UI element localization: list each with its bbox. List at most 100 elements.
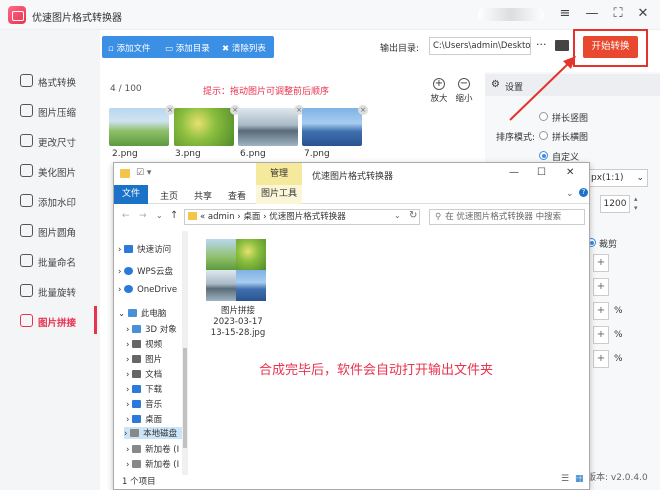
nav-item-desktop[interactable]: › 桌面 [126,413,162,425]
forward-icon[interactable]: → [139,211,147,221]
clear-list-button[interactable]: ✖ 清除列表 [222,42,266,54]
nav-item-onedrive[interactable]: › OneDrive [118,285,177,295]
download-icon [132,385,142,393]
increase-button[interactable]: + [593,350,609,368]
ribbon-expand-icon[interactable]: ⌄ [566,189,574,199]
increase-button[interactable]: + [593,254,609,272]
search-input[interactable]: ⚲ 在 优速图片格式转换器 中搜索 [429,209,585,225]
ratio-select[interactable]: px(1:1) ⌄ [588,169,648,187]
tab-picture-tools[interactable]: 图片工具 [256,185,302,204]
sidebar-item-beautify[interactable]: 美化图片 [0,157,100,185]
open-folder-icon[interactable] [555,40,569,51]
refresh-icon[interactable]: ↻ [409,210,417,221]
thumbnail-name: 3.png [175,149,201,159]
sidebar-item-resize[interactable]: 更改尺寸 [0,127,100,155]
tab-file[interactable]: 文件 [114,185,148,204]
up-icon[interactable]: ↑ [170,210,178,221]
manage-tab[interactable]: 管理 [256,163,302,185]
large-icons-view-icon[interactable]: ▦ [575,474,584,484]
nav-item-pictures[interactable]: › 图片 [126,353,162,365]
help-icon[interactable]: ? [579,188,588,197]
explorer-maximize-button[interactable]: ☐ [537,167,546,178]
sidebar-item-compress[interactable]: 图片压缩 [0,97,100,125]
sidebar-item-watermark[interactable]: 添加水印 [0,187,100,215]
drag-hint: 提示：拖动图片可调整前后顺序 [203,87,330,97]
option-vertical-radio[interactable] [539,112,548,121]
drive-icon [132,460,142,468]
star-icon [124,245,134,253]
picture-icon [132,355,142,363]
thumbnail-image[interactable] [302,108,362,146]
details-view-icon[interactable]: ☰ [561,474,569,484]
cube-icon [132,325,142,333]
explorer-close-button[interactable]: ✕ [566,167,574,178]
back-icon[interactable]: ← [122,211,130,221]
close-button[interactable]: ✕ [634,5,652,23]
nav-item-quick-access[interactable]: › 快速访问 [118,243,171,255]
width-input[interactable]: 1200 [600,195,630,213]
address-dropdown-icon[interactable]: ⌄ [394,211,401,220]
crop-label: 裁剪 [599,240,618,250]
zoom-out-button[interactable]: − 缩小 [449,78,479,104]
increase-button[interactable]: + [593,326,609,344]
nav-item-video[interactable]: › 视频 [126,338,162,350]
sidebar-item-rename[interactable]: 批量命名 [0,247,100,275]
increase-button[interactable]: + [593,278,609,296]
increase-button[interactable]: + [593,302,609,320]
nav-item-local-disk[interactable]: › 本地磁盘 [124,427,184,439]
file-thumbnail[interactable] [206,239,266,301]
folder-icon [120,169,130,178]
nav-item-this-pc[interactable]: ⌄ 此电脑 [118,307,166,319]
minimize-button[interactable]: — [583,5,601,23]
thumbnail-image[interactable] [174,108,234,146]
nav-item-downloads[interactable]: › 下载 [126,383,162,395]
nav-item-music[interactable]: › 音乐 [126,398,162,410]
breadcrumb-folder[interactable]: 优速图片格式转换器 [269,212,346,222]
sidebar-item-format-convert[interactable]: 格式转换 [0,67,100,95]
version-label: 版本: v2.0.4.0 [587,473,648,483]
nav-item-documents[interactable]: › 文档 [126,368,162,380]
desktop-icon [132,415,142,423]
unit-percent: % [614,354,623,364]
option-horizontal-radio[interactable] [539,131,548,140]
add-dir-button[interactable]: ▭ 添加目录 [165,42,210,54]
tab-home[interactable]: 主页 [160,189,178,202]
remove-icon[interactable]: × [358,105,368,115]
sidebar-item-stitch[interactable]: 图片拼接 [0,307,100,335]
file-name[interactable]: 图片拼接 2023-03-17 13-15-28.jpg [204,306,272,339]
zoom-in-icon: + [433,78,445,90]
nav-item-volume[interactable]: › 新加卷 (I [126,458,179,470]
maximize-button[interactable]: ⛶ [609,5,627,23]
nav-item-wps[interactable]: › WPS云盘 [118,265,173,277]
folder-icon [188,212,197,220]
explorer-minimize-button[interactable]: — [509,167,519,178]
drive-icon [132,445,142,453]
status-bar: 1 个项目 [122,477,156,487]
toolbar: ▫ 添加文件 ▭ 添加目录 ✖ 清除列表 [102,36,274,58]
option-custom-radio[interactable] [539,151,548,160]
thumbnail-image[interactable] [238,108,298,146]
sidebar-item-rotate[interactable]: 批量旋转 [0,277,100,305]
menu-icon[interactable]: ≡ [556,5,574,23]
thumbnail-image[interactable] [109,108,169,146]
browse-more-button[interactable]: ··· [536,38,547,51]
ribbon-tabs: 文件 主页 共享 查看 图片工具 ⌄ ? [114,185,589,204]
nav-item-3d[interactable]: › 3D 对象 [126,323,177,335]
address-bar[interactable]: « admin › 桌面 › 优速图片格式转换器 [184,209,420,225]
watermark-icon [20,194,33,207]
cloud-icon [124,267,134,275]
breadcrumb-admin[interactable]: admin [208,212,235,222]
quick-access-toolbar[interactable]: ☑ ▾ [136,168,151,178]
file-explorer-window: ☑ ▾ 管理 优速图片格式转换器 — ☐ ✕ 文件 主页 共享 查看 图片工具 … [113,162,590,490]
sidebar-item-rounded-corner[interactable]: 图片圆角 [0,217,100,245]
nav-item-volume[interactable]: › 新加卷 (I [126,443,179,455]
tab-view[interactable]: 查看 [228,189,246,202]
output-dir-field[interactable]: C:\Users\admin\Deskto [429,37,531,55]
scrollbar-thumb[interactable] [183,348,187,448]
chevron-down-icon: ⌄ [636,173,644,183]
breadcrumb-desktop[interactable]: 桌面 [243,212,260,222]
add-file-button[interactable]: ▫ 添加文件 [108,42,150,54]
width-spinner[interactable]: ▴ ▾ [634,195,644,213]
recent-dropdown-icon[interactable]: ⌄ [156,211,163,220]
tab-share[interactable]: 共享 [194,189,212,202]
